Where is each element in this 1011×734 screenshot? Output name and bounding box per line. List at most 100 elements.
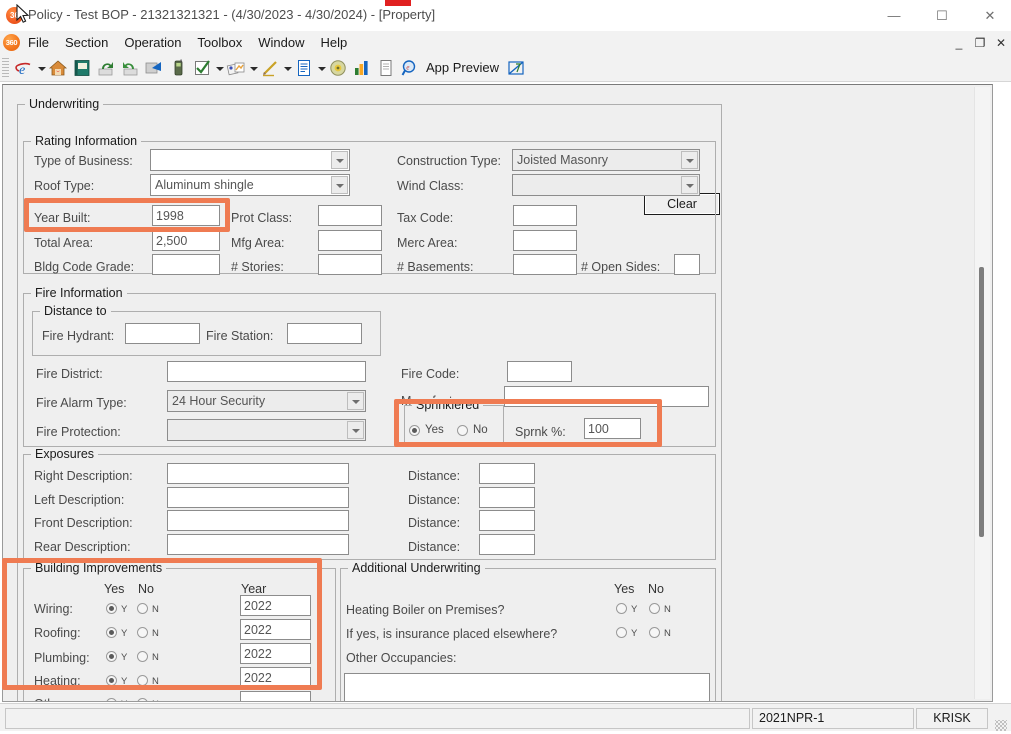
roofing-no-label: N [152, 628, 159, 639]
menu-item-operation[interactable]: Operation [116, 33, 189, 52]
sprnk-pct-input[interactable]: 100 [584, 418, 641, 439]
toolbar-button-redo[interactable] [118, 56, 142, 80]
window-maximize-button[interactable]: ☐ [919, 0, 965, 31]
toolbar-button-cards[interactable] [224, 56, 248, 80]
merc-area-input[interactable] [513, 230, 577, 251]
insurance-elsewhere-yes-radio[interactable] [616, 627, 627, 638]
left-distance-input[interactable] [479, 487, 535, 508]
open-sides-input[interactable] [674, 254, 700, 275]
total-area-input[interactable]: 2,500 [152, 230, 220, 251]
chevron-down-icon[interactable] [681, 151, 698, 169]
front-distance-input[interactable] [479, 510, 535, 531]
menu-item-section[interactable]: Section [57, 33, 116, 52]
wiring-year-input[interactable]: 2022 [240, 595, 311, 616]
tax-code-input[interactable] [513, 205, 577, 226]
heating-yes-radio[interactable] [106, 675, 117, 686]
prot-class-input[interactable] [318, 205, 382, 226]
wiring-no-radio[interactable] [137, 603, 148, 614]
toolbar-button-internet-explorer[interactable]: e [12, 56, 36, 80]
toolbar-button-undo[interactable] [94, 56, 118, 80]
wiring-yes-radio[interactable] [106, 603, 117, 614]
heating-boiler-yes-radio[interactable] [616, 603, 627, 614]
toolbar-button-pencil[interactable] [258, 56, 282, 80]
sprinklered-yes-radio[interactable] [409, 425, 420, 436]
mfg-area-input[interactable] [318, 230, 382, 251]
chevron-down-icon[interactable] [331, 151, 348, 169]
toolbar-button-home[interactable] [46, 56, 70, 80]
toolbar-button-document[interactable] [292, 56, 316, 80]
toolbar-app-preview-label[interactable]: App Preview [426, 60, 499, 75]
right-description-input[interactable] [167, 463, 349, 484]
fire-protection-combo[interactable] [167, 419, 366, 441]
fire-alarm-type-combo[interactable]: 24 Hour Security [167, 390, 366, 412]
chevron-down-icon[interactable] [331, 176, 348, 194]
vertical-scrollbar-thumb[interactable] [979, 267, 984, 537]
menu-item-file[interactable]: File [20, 33, 57, 52]
toolbar-button-notebook[interactable] [70, 56, 94, 80]
fire-code-input[interactable] [507, 361, 572, 382]
left-description-input[interactable] [167, 487, 349, 508]
mdi-minimize-button[interactable]: _ [953, 36, 965, 50]
chevron-down-icon[interactable] [347, 392, 364, 410]
status-policy-panel: 2021NPR-1 [752, 708, 914, 729]
fire-station-input[interactable] [287, 323, 362, 344]
toolbar-button-signature[interactable] [504, 56, 528, 80]
fire-hydrant-input[interactable] [125, 323, 200, 344]
plumbing-no-radio[interactable] [137, 651, 148, 662]
toolbar-dropdown-internet-explorer[interactable] [37, 58, 46, 78]
roof-type-combo[interactable]: Aluminum shingle [150, 174, 350, 196]
other-occupancies-textarea[interactable] [344, 673, 710, 701]
toolbar-button-search[interactable]: e [398, 56, 422, 80]
roofing-no-radio[interactable] [137, 627, 148, 638]
stories-input[interactable] [318, 254, 382, 275]
construction-type-combo[interactable]: Joisted Masonry [512, 149, 700, 171]
menu-item-toolbox[interactable]: Toolbox [189, 33, 250, 52]
other-yes-radio[interactable] [106, 698, 117, 701]
toolbar-dropdown-cards[interactable] [249, 58, 258, 78]
heating-no-radio[interactable] [137, 675, 148, 686]
heating-boiler-no-radio[interactable] [649, 603, 660, 614]
rear-distance-input[interactable] [479, 534, 535, 555]
year-built-input[interactable]: 1998 [152, 205, 220, 226]
type-of-business-combo[interactable] [150, 149, 350, 171]
chevron-down-icon[interactable] [681, 176, 698, 194]
rear-description-input[interactable] [167, 534, 349, 555]
mdi-close-button[interactable]: ✕ [995, 36, 1007, 50]
fire-district-label: Fire District: [36, 367, 103, 381]
roofing-year-input[interactable]: 2022 [240, 619, 311, 640]
toolbar-button-mobile-phone[interactable] [166, 56, 190, 80]
front-description-input[interactable] [167, 510, 349, 531]
menu-item-window[interactable]: Window [250, 33, 312, 52]
fire-district-input[interactable] [167, 361, 366, 382]
toolbar-drag-grip[interactable] [2, 58, 9, 77]
bldg-code-grade-input[interactable] [152, 254, 220, 275]
toolbar-dropdown-document[interactable] [317, 58, 326, 78]
toolbar-button-export[interactable] [142, 56, 166, 80]
window-minimize-button[interactable]: — [871, 0, 917, 31]
mdi-restore-button[interactable]: ❐ [974, 36, 986, 50]
roofing-yes-radio[interactable] [106, 627, 117, 638]
other-year-input[interactable] [240, 691, 311, 701]
menu-item-help[interactable]: Help [312, 33, 355, 52]
toolbar-button-chart-bars[interactable] [350, 56, 374, 80]
other-no-radio[interactable] [137, 698, 148, 701]
vertical-scrollbar-track[interactable] [974, 87, 990, 699]
toolbar-button-page[interactable] [374, 56, 398, 80]
heating-year-input[interactable]: 2022 [240, 667, 311, 688]
toolbar-button-checklist[interactable] [190, 56, 214, 80]
toolbar-dropdown-pencil[interactable] [283, 58, 292, 78]
property-form-client-area: Underwriting Clear Rating Information Ty… [2, 84, 993, 702]
basements-input[interactable] [513, 254, 577, 275]
toolbar-dropdown-checklist[interactable] [215, 58, 224, 78]
manufacturer-input[interactable] [504, 386, 709, 407]
plumbing-yes-radio[interactable] [106, 651, 117, 662]
chevron-down-icon[interactable] [347, 421, 364, 439]
plumbing-year-input[interactable]: 2022 [240, 643, 311, 664]
right-distance-input[interactable] [479, 463, 535, 484]
wind-class-combo[interactable] [512, 174, 700, 196]
toolbar-button-cd-disc[interactable] [326, 56, 350, 80]
heating-boiler-no-label: N [664, 604, 671, 615]
window-close-button[interactable]: ✕ [967, 0, 1011, 31]
insurance-elsewhere-no-radio[interactable] [649, 627, 660, 638]
sprinklered-no-radio[interactable] [457, 425, 468, 436]
